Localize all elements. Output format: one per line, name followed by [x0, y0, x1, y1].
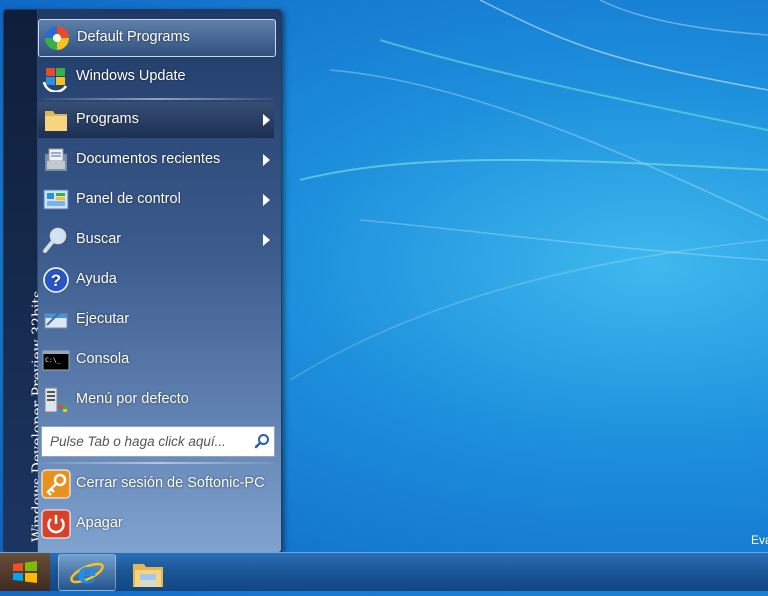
evaluation-watermark: Eva [751, 533, 768, 547]
file-explorer-icon [133, 564, 163, 587]
windows-logo-icon [13, 561, 37, 583]
run-icon [44, 310, 68, 329]
search-input[interactable] [42, 427, 250, 456]
submenu-arrow-icon [263, 114, 270, 126]
menu-item-console[interactable]: C:\_ Consola [38, 342, 274, 378]
menu-item-label: Windows Update [76, 68, 186, 84]
svg-text:C:\_: C:\_ [45, 356, 61, 364]
control-panel-icon [43, 189, 69, 210]
submenu-arrow-icon [263, 234, 270, 246]
search-icon[interactable] [254, 433, 270, 449]
menu-separator [42, 98, 274, 100]
menu-item-help[interactable]: ? Ayuda [38, 262, 274, 298]
menu-item-label: Programs [76, 111, 139, 127]
menu-item-control-panel[interactable]: Panel de control [38, 182, 274, 218]
default-menu-icon [44, 387, 67, 413]
menu-item-label: Consola [76, 351, 130, 367]
power-icon [41, 509, 71, 539]
folder-icon [45, 111, 67, 131]
menu-item-label: Default Programs [77, 29, 190, 45]
menu-item-programs[interactable]: Programs [38, 102, 274, 138]
magnifier-icon [43, 227, 67, 253]
windows-update-icon [42, 68, 68, 92]
start-button[interactable] [0, 553, 50, 591]
menu-item-default-menu[interactable]: Menú por defecto [38, 382, 274, 418]
menu-item-label: Ayuda [76, 271, 117, 287]
menu-item-default-programs[interactable]: Default Programs [38, 19, 276, 57]
logoff-key-icon [41, 469, 71, 499]
start-menu-items: Default Programs Windows Update Programs [38, 10, 281, 552]
svg-text:e: e [77, 556, 96, 590]
menu-item-recent-documents[interactable]: Documentos recientes [38, 142, 274, 178]
menu-item-log-off[interactable]: Cerrar sesión de Softonic-PC [38, 466, 274, 502]
submenu-arrow-icon [263, 154, 270, 166]
taskbar-file-explorer[interactable] [119, 554, 177, 591]
help-icon: ? [43, 267, 69, 293]
menu-item-label: Cerrar sesión de Softonic-PC [76, 475, 265, 491]
console-icon: C:\_ [42, 350, 70, 371]
menu-item-label: Menú por defecto [76, 391, 189, 407]
internet-explorer-icon: e [70, 556, 104, 591]
start-menu: Windows Developer Preview 32bits Default… [3, 9, 282, 553]
menu-item-windows-update[interactable]: Windows Update [38, 59, 274, 95]
menu-item-shutdown[interactable]: Apagar [38, 506, 274, 542]
taskbar: e [0, 552, 768, 591]
menu-item-label: Documentos recientes [76, 151, 221, 167]
menu-item-search[interactable]: Buscar [38, 222, 274, 258]
menu-separator [42, 462, 274, 464]
recent-documents-icon [45, 148, 67, 171]
menu-item-label: Apagar [76, 515, 123, 531]
submenu-arrow-icon [263, 194, 270, 206]
svg-text:?: ? [51, 271, 61, 290]
start-menu-side-strip: Windows Developer Preview 32bits [4, 10, 46, 552]
search-box [41, 426, 275, 457]
taskbar-internet-explorer[interactable]: e [58, 554, 116, 591]
menu-item-label: Buscar [76, 231, 122, 247]
default-programs-icon [45, 26, 69, 50]
menu-item-run[interactable]: Ejecutar [38, 302, 274, 338]
menu-item-label: Panel de control [76, 191, 181, 207]
menu-item-label: Ejecutar [76, 311, 130, 327]
